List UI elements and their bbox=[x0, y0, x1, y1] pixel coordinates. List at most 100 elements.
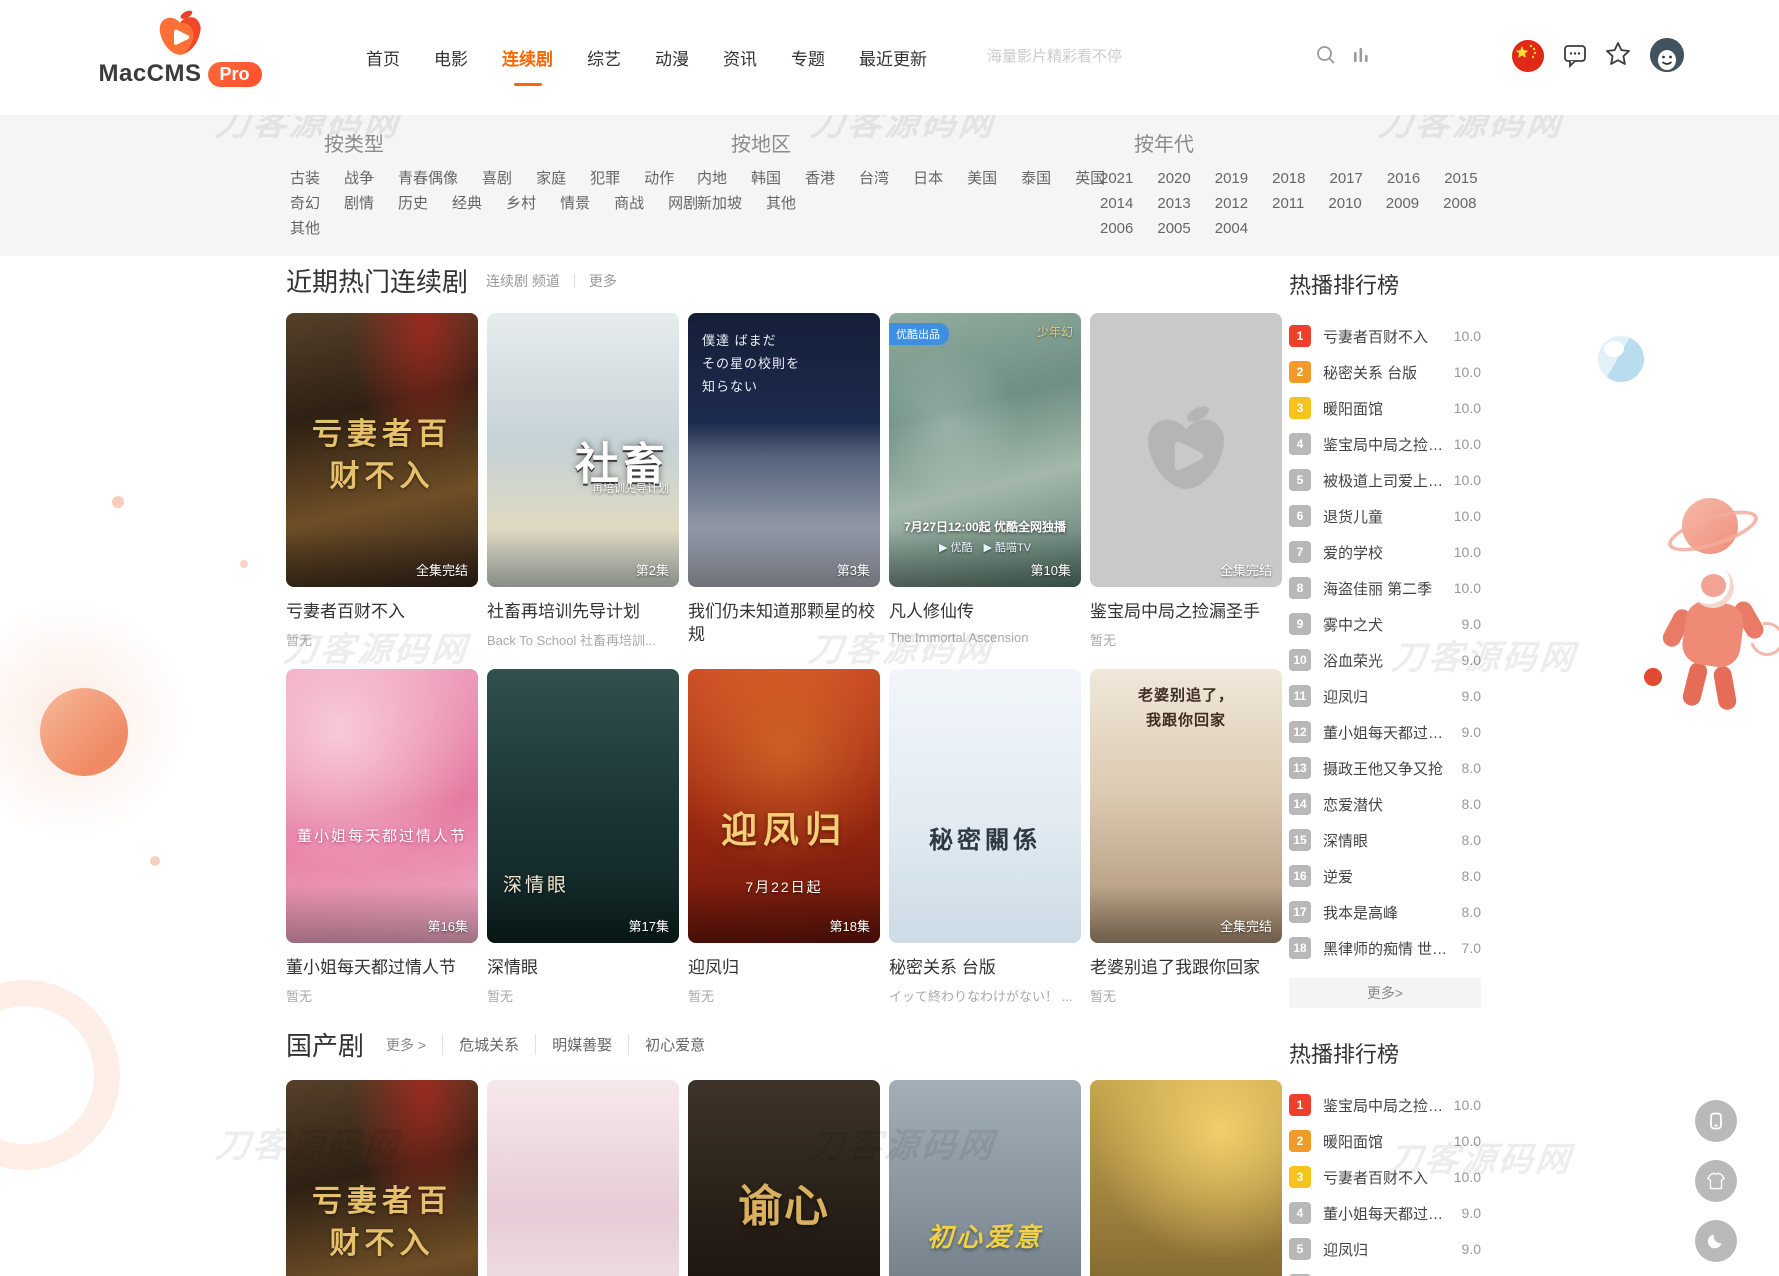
series-card[interactable]: 深情眼 第17集 深情眼 暂无 bbox=[487, 669, 679, 1005]
filter-tag[interactable]: 2021 bbox=[1100, 170, 1133, 187]
rank-label[interactable]: 鉴宝局中局之捡漏... bbox=[1323, 1095, 1449, 1116]
rank-item[interactable]: 7 爱的学校 10.0 bbox=[1289, 534, 1481, 570]
rank-label[interactable]: 深情眼 bbox=[1323, 830, 1457, 851]
filter-tag[interactable]: 2016 bbox=[1387, 170, 1420, 187]
filter-tag[interactable]: 其他 bbox=[290, 220, 320, 237]
poster-image[interactable]: 迎凤归 7月22日起 第18集 bbox=[688, 669, 880, 943]
user-avatar-icon[interactable] bbox=[1650, 38, 1684, 72]
nav-item-topics[interactable]: 专题 bbox=[791, 45, 825, 70]
rank-item[interactable]: 10 浴血荣光 9.0 bbox=[1289, 642, 1481, 678]
nav-item-movies[interactable]: 电影 bbox=[434, 45, 468, 70]
rank-item[interactable]: 6 浴血荣光 9.0 bbox=[1289, 1267, 1481, 1276]
series-card[interactable] bbox=[1090, 1080, 1282, 1276]
rank-label[interactable]: 黑律师的痴情 世界... bbox=[1323, 938, 1457, 959]
filter-tag[interactable]: 2012 bbox=[1215, 195, 1248, 212]
rank-item[interactable]: 4 鉴宝局中局之捡漏... 10.0 bbox=[1289, 426, 1481, 462]
filter-tag[interactable]: 2013 bbox=[1157, 195, 1190, 212]
rank-item[interactable]: 5 被极道上司爱上以后 10.0 bbox=[1289, 462, 1481, 498]
series-title[interactable]: 秘密关系 台版 bbox=[889, 956, 1081, 979]
rank-label[interactable]: 逆爱 bbox=[1323, 866, 1457, 887]
series-card[interactable]: 董小姐每天都过情人节 第16集 董小姐每天都过情人节 暂无 bbox=[286, 669, 478, 1005]
rank-item[interactable]: 16 逆爱 8.0 bbox=[1289, 858, 1481, 894]
poster-image[interactable]: 秘密關係 bbox=[889, 669, 1081, 943]
rank-label[interactable]: 鉴宝局中局之捡漏... bbox=[1323, 434, 1449, 455]
filter-tag[interactable]: 商战 bbox=[614, 195, 644, 212]
series-title[interactable]: 深情眼 bbox=[487, 956, 679, 979]
filter-tag[interactable]: 2006 bbox=[1100, 220, 1133, 237]
rank-label[interactable]: 退货儿童 bbox=[1323, 506, 1449, 527]
mobile-qrcode-button[interactable] bbox=[1695, 1100, 1737, 1142]
filter-tag[interactable]: 泰国 bbox=[1021, 170, 1051, 187]
filter-tag[interactable]: 奇幻 bbox=[290, 195, 320, 212]
series-card[interactable]: 僕達 ばまだ その星の校則を 知らない 第3集 我们仍未知道那颗星的校规 bbox=[688, 313, 880, 653]
poster-image[interactable]: 亏妻者百 财不入 全集完结 bbox=[286, 313, 478, 587]
filter-tag[interactable]: 剧情 bbox=[344, 195, 374, 212]
filter-tag[interactable]: 犯罪 bbox=[590, 170, 620, 187]
series-title[interactable]: 我们仍未知道那颗星的校规 bbox=[688, 600, 880, 646]
ranking-more-button[interactable]: 更多> bbox=[1289, 978, 1481, 1008]
poster-image[interactable]: 初心爱意 bbox=[889, 1080, 1081, 1276]
rank-item[interactable]: 15 深情眼 8.0 bbox=[1289, 822, 1481, 858]
series-title[interactable]: 迎凤归 bbox=[688, 956, 880, 979]
series-card[interactable]: 初心爱意 bbox=[889, 1080, 1081, 1276]
series-card[interactable]: 社畜 再培训先导计划 第2集 社畜再培训先导计划 Back To School … bbox=[487, 313, 679, 649]
filter-tag[interactable]: 美国 bbox=[967, 170, 997, 187]
rank-item[interactable]: 6 退货儿童 10.0 bbox=[1289, 498, 1481, 534]
rank-label[interactable]: 我本是高峰 bbox=[1323, 902, 1457, 923]
filter-tag[interactable]: 2011 bbox=[1272, 195, 1304, 212]
filter-tag[interactable]: 情景 bbox=[560, 195, 590, 212]
poster-image[interactable] bbox=[487, 1080, 679, 1276]
series-title[interactable]: 老婆别追了我跟你回家 bbox=[1090, 956, 1282, 979]
rank-label[interactable]: 亏妻者百财不入 bbox=[1323, 326, 1449, 347]
rank-label[interactable]: 亏妻者百财不入 bbox=[1323, 1167, 1449, 1188]
filter-tag[interactable]: 2004 bbox=[1215, 220, 1248, 237]
series-card[interactable]: 亏妻者百 财不入 bbox=[286, 1080, 478, 1276]
rank-item[interactable]: 1 鉴宝局中局之捡漏... 10.0 bbox=[1289, 1087, 1481, 1123]
rank-item[interactable]: 3 暖阳面馆 10.0 bbox=[1289, 390, 1481, 426]
rank-item[interactable]: 4 董小姐每天都过情人节 9.0 bbox=[1289, 1195, 1481, 1231]
filter-tag[interactable]: 2018 bbox=[1272, 170, 1305, 187]
series-card[interactable]: 迎凤归 7月22日起 第18集 迎凤归 暂无 bbox=[688, 669, 880, 1005]
rank-item[interactable]: 9 雾中之犬 9.0 bbox=[1289, 606, 1481, 642]
rank-label[interactable]: 董小姐每天都过情人节 bbox=[1323, 1203, 1457, 1224]
rank-label[interactable]: 被极道上司爱上以后 bbox=[1323, 470, 1449, 491]
comment-icon[interactable] bbox=[1562, 42, 1588, 73]
rank-item[interactable]: 17 我本是高峰 8.0 bbox=[1289, 894, 1481, 930]
filter-tag[interactable]: 2008 bbox=[1443, 195, 1476, 212]
series-card[interactable]: 亏妻者百 财不入 全集完结 亏妻者百财不入 暂无 bbox=[286, 313, 478, 649]
search-input[interactable] bbox=[985, 40, 1285, 72]
series-card[interactable]: 谕心 bbox=[688, 1080, 880, 1276]
filter-tag[interactable]: 2005 bbox=[1157, 220, 1190, 237]
rank-item[interactable]: 1 亏妻者百财不入 10.0 bbox=[1289, 318, 1481, 354]
filter-tag[interactable]: 青春偶像 bbox=[398, 170, 458, 187]
nav-item-variety[interactable]: 综艺 bbox=[587, 45, 621, 70]
filter-tag[interactable]: 2017 bbox=[1330, 170, 1363, 187]
nav-item-anime[interactable]: 动漫 bbox=[655, 45, 689, 70]
series-card[interactable]: 全集完结 鉴宝局中局之捡漏圣手 暂无 bbox=[1090, 313, 1282, 649]
series-card[interactable]: 优酷出品 少年幻 7月27日12:00起 优酷全网独播 ▶ 优酷 ▶ 酷喵TV … bbox=[889, 313, 1081, 645]
rank-item[interactable]: 8 海盗佳丽 第二季 10.0 bbox=[1289, 570, 1481, 606]
filter-tag[interactable]: 2014 bbox=[1100, 195, 1133, 212]
china-flag-icon[interactable] bbox=[1512, 40, 1544, 72]
filter-tag[interactable]: 乡村 bbox=[506, 195, 536, 212]
rank-label[interactable]: 恋爱潜伏 bbox=[1323, 794, 1457, 815]
channel-link[interactable]: 连续剧 频道 bbox=[486, 271, 560, 291]
filter-tag[interactable]: 古装 bbox=[290, 170, 320, 187]
rank-label[interactable]: 迎凤归 bbox=[1323, 686, 1457, 707]
series-quick-link[interactable]: 明媒善娶 bbox=[535, 1034, 628, 1055]
filter-tag[interactable]: 日本 bbox=[913, 170, 943, 187]
poster-image[interactable]: 深情眼 第17集 bbox=[487, 669, 679, 943]
rank-item[interactable]: 3 亏妻者百财不入 10.0 bbox=[1289, 1159, 1481, 1195]
rank-label[interactable]: 迎凤归 bbox=[1323, 1239, 1457, 1260]
filter-tag[interactable]: 其他 bbox=[766, 195, 796, 212]
filter-tag[interactable]: 2020 bbox=[1157, 170, 1190, 187]
filter-tag[interactable]: 家庭 bbox=[536, 170, 566, 187]
poster-image[interactable]: 社畜 再培训先导计划 第2集 bbox=[487, 313, 679, 587]
filter-tag[interactable]: 经典 bbox=[452, 195, 482, 212]
rank-item[interactable]: 13 摄政王他又争又抢 8.0 bbox=[1289, 750, 1481, 786]
chart-bars-icon[interactable] bbox=[1352, 46, 1370, 69]
nav-item-recent[interactable]: 最近更新 bbox=[859, 45, 927, 70]
site-logo[interactable]: MacCMS Pro bbox=[100, 10, 260, 88]
filter-tag[interactable]: 动作 bbox=[644, 170, 674, 187]
series-card[interactable]: 秘密關係 秘密关系 台版 イッて終わりなわけがない！ ... bbox=[889, 669, 1081, 1005]
